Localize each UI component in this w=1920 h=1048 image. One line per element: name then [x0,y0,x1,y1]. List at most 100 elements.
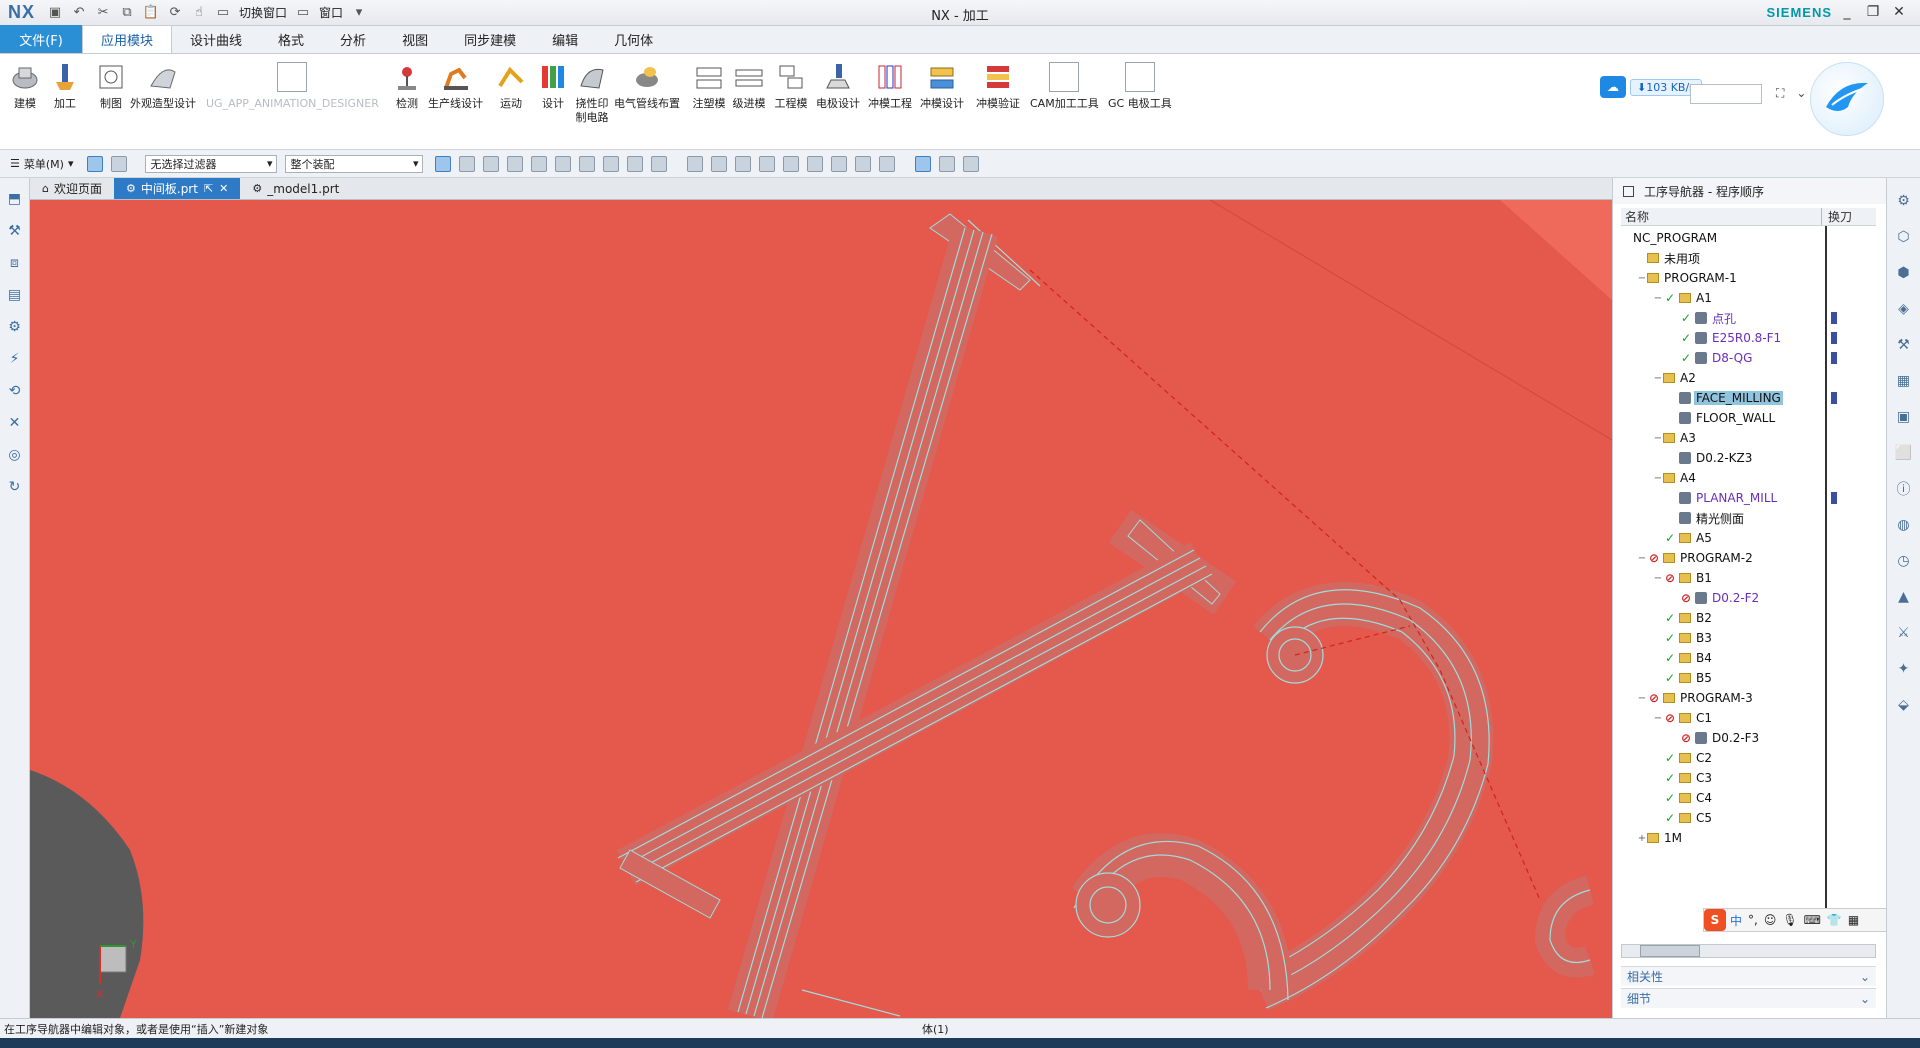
tree-row[interactable]: − A2 [1621,368,1876,388]
drafting-button[interactable]: 制图 [94,60,128,111]
inspection-button[interactable]: 检测 [390,60,424,111]
modeling-button[interactable]: 建模 [8,60,42,111]
skin-icon[interactable]: 👕 [1827,913,1842,927]
tab-design-curves[interactable]: 设计曲线 [172,25,260,53]
expand-toggle-icon[interactable]: − [1653,573,1663,584]
tree-row[interactable]: − A3 [1621,428,1876,448]
tree-row[interactable]: D0.2-KZ3 [1621,448,1876,468]
hd3d-tools-icon[interactable]: ⬜ [1893,442,1915,464]
customize-dropdown-icon[interactable]: ▾ [350,4,368,22]
die-engineering-button[interactable]: 冲模工程 [868,60,912,111]
tree-row[interactable]: ✓ 点孔 [1621,308,1876,328]
operation-navigator-icon[interactable]: ⚒ [1893,334,1915,356]
tree-row[interactable]: ✓ B3 [1621,628,1876,648]
animation-designer-button[interactable]: UG_APP_ANIMATION_DESIGNER [206,60,379,111]
tree-row[interactable]: 精光侧面 [1621,508,1876,528]
create-geometry-icon[interactable]: ⧈ [4,252,26,274]
hide-icon[interactable]: ◎ [4,444,26,466]
electrode-button[interactable]: 电极设计 [816,60,860,111]
snap-intersection-icon[interactable] [531,155,548,172]
palette-icon[interactable]: ▲ [1893,586,1915,608]
cam-tools-button[interactable]: CAM加工工具 [1030,60,1099,111]
tree-row[interactable]: ✓ B4 [1621,648,1876,668]
tool-change-column-header[interactable]: 换刀 [1821,208,1876,225]
name-column-header[interactable]: 名称 [1621,208,1821,225]
select-filter-icon[interactable] [87,155,104,172]
tab-edit[interactable]: 编辑 [534,25,596,53]
tree-row[interactable]: ✓ B2 [1621,608,1876,628]
history-icon[interactable]: ◷ [1893,550,1915,572]
tab-format[interactable]: 格式 [260,25,322,53]
tree-row[interactable]: ⊘ D0.2-F2 [1621,588,1876,608]
tree-row[interactable]: − ⊘ B1 [1621,568,1876,588]
expand-toggle-icon[interactable]: − [1653,713,1663,724]
switch-window-button[interactable]: 切换窗口 [239,4,287,21]
constraint-navigator-icon[interactable]: ⬢ [1893,262,1915,284]
machining-button[interactable]: 加工 [48,60,82,111]
globe-icon[interactable]: ◍ [1893,514,1915,536]
shape-studio-button[interactable]: 外观造型设计 [130,60,196,111]
snap-mid-icon[interactable] [483,155,500,172]
dock-icon[interactable] [1623,185,1634,197]
tree-row[interactable]: ⊘ D0.2-F3 [1621,728,1876,748]
create-program-icon[interactable]: ⬒ [4,188,26,210]
web-browser-icon[interactable]: ⓘ [1893,478,1915,500]
create-method-icon[interactable]: ▤ [4,284,26,306]
toolbox-icon[interactable]: ▦ [1848,913,1859,927]
emoji-icon[interactable]: ☺ [1764,913,1777,927]
role-icon[interactable]: ⬙ [1893,694,1915,716]
expand-toggle-icon[interactable]: + [1637,833,1647,844]
tree-row[interactable]: ✓ A5 [1621,528,1876,548]
tree-row[interactable]: − ✓ A1 [1621,288,1876,308]
view-orient-icon[interactable] [855,155,872,172]
chevron-down-icon[interactable]: ⌄ [1796,86,1806,103]
routing-button[interactable]: 电气管线布置 [614,60,680,111]
tree-row[interactable]: ✓ E25R0.8-F1 [1621,328,1876,348]
design-button[interactable]: 设计 [536,60,570,111]
microphone-icon[interactable]: 🎙 [1782,913,1797,927]
line-designer-button[interactable]: 生产线设计 [428,60,483,111]
tree-row[interactable]: − A4 [1621,468,1876,488]
file-menu[interactable]: 文件(F) [0,25,82,53]
tab-view[interactable]: 视图 [384,25,446,53]
assembly-scope-select[interactable]: 整个装配 ▾ [285,154,424,173]
tree-row[interactable]: − PROGRAM-1 [1621,268,1876,288]
view-wireframe-icon[interactable] [783,155,800,172]
view-front-icon[interactable] [687,155,704,172]
touch-mode-icon[interactable]: ☝ [190,4,208,22]
restore-button[interactable]: ❐ [1860,2,1886,22]
verify-icon[interactable] [963,155,980,172]
tree-row[interactable]: FACE_MILLING [1621,388,1876,408]
copy-icon[interactable]: ⧉ [118,4,136,22]
punctuation-icon[interactable]: °, [1748,913,1758,927]
tree-row[interactable]: FLOOR_WALL [1621,408,1876,428]
settings-gear-icon[interactable]: ⚙ [1893,190,1915,212]
part-navigator-icon[interactable]: ◈ [1893,298,1915,320]
details-section[interactable]: 细节 ⌄ [1621,988,1876,1008]
delete-icon[interactable]: ✕ [4,412,26,434]
undo-icon[interactable]: ↶ [70,4,88,22]
expand-toggle-icon[interactable]: − [1653,373,1663,384]
tree-row[interactable]: ✓ C2 [1621,748,1876,768]
expand-toggle-icon[interactable]: − [1653,293,1663,304]
snap-face-icon[interactable] [627,155,644,172]
refresh-icon[interactable]: ↻ [4,476,26,498]
popout-icon[interactable]: ⇱ [204,182,213,195]
expand-toggle-icon[interactable]: − [1637,273,1647,284]
snap-existing-icon[interactable] [603,155,620,172]
view-section-icon[interactable] [807,155,824,172]
view-fit-icon[interactable] [711,155,728,172]
snap-point-icon[interactable] [435,155,452,172]
snap-center-icon[interactable] [555,155,572,172]
view-layer-icon[interactable] [879,155,896,172]
close-button[interactable]: ✕ [1886,2,1912,22]
process-studio-icon[interactable]: ⚔ [1893,622,1915,644]
replay-toolpath-icon[interactable]: ⟲ [4,380,26,402]
snap-end-icon[interactable] [459,155,476,172]
create-tool-icon[interactable]: ⚒ [4,220,26,242]
switch-window-icon[interactable]: ▭ [214,4,232,22]
tab-analysis[interactable]: 分析 [322,25,384,53]
tree-row[interactable]: − ⊘ PROGRAM-2 [1621,548,1876,568]
expand-toggle-icon[interactable]: − [1653,473,1663,484]
gc-electrode-tools-button[interactable]: GC 电极工具 [1108,60,1172,111]
